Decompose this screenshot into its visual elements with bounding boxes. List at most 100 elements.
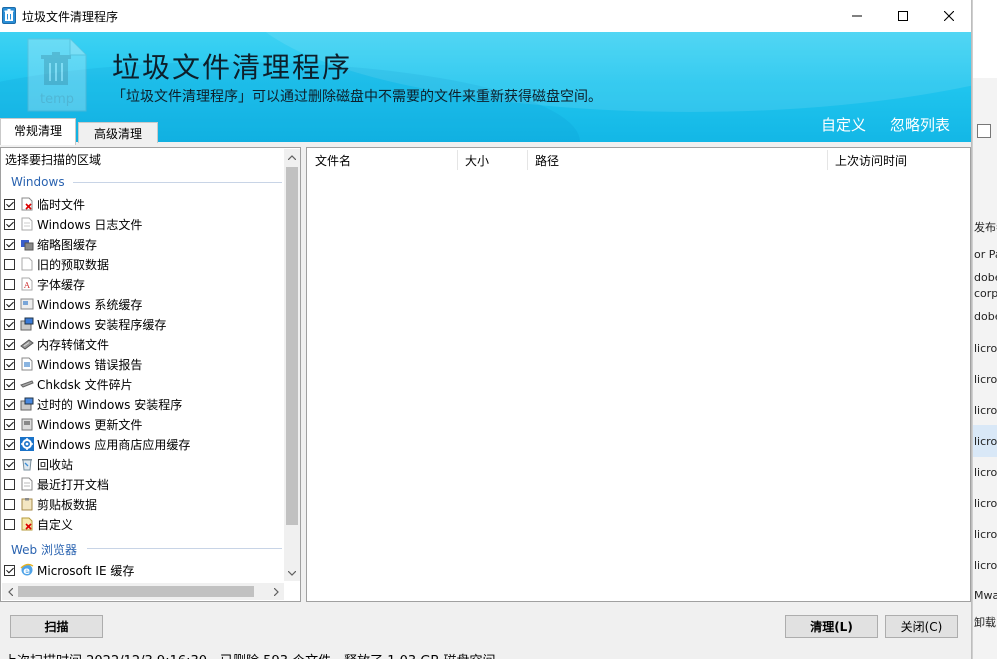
ignore-list-link[interactable]: 忽略列表 bbox=[890, 114, 950, 135]
column-header-size[interactable]: 大小 bbox=[465, 148, 489, 171]
svg-text:e: e bbox=[23, 566, 30, 577]
chkdsk-icon bbox=[20, 380, 34, 388]
installer-icon bbox=[20, 317, 34, 331]
update-icon bbox=[21, 418, 33, 431]
recent-doc-icon bbox=[21, 477, 33, 491]
checkbox[interactable] bbox=[4, 338, 15, 350]
scan-item-label: Windows 日志文件 bbox=[37, 217, 143, 232]
tab-advanced-clean[interactable]: 高级清理 bbox=[78, 122, 158, 143]
column-separator[interactable] bbox=[827, 150, 828, 170]
column-separator[interactable] bbox=[457, 150, 458, 170]
recycle-bin-icon bbox=[22, 459, 32, 471]
log-file-icon bbox=[21, 217, 33, 231]
checkbox[interactable] bbox=[4, 218, 15, 230]
scan-item-temp-files[interactable]: 临时文件 bbox=[4, 195, 284, 213]
scan-item-old-installers[interactable]: 过时的 Windows 安装程序 bbox=[4, 395, 284, 413]
scan-item-prefetch[interactable]: 旧的预取数据 bbox=[4, 255, 284, 273]
scan-item-label: 字体缓存 bbox=[37, 277, 86, 292]
checkbox[interactable] bbox=[4, 238, 15, 250]
custom-file-icon bbox=[21, 517, 33, 531]
scroll-down-arrow[interactable] bbox=[284, 565, 300, 581]
scan-item-label: 缩略图缓存 bbox=[37, 237, 98, 252]
checkbox[interactable] bbox=[4, 258, 15, 270]
horizontal-scrollbar[interactable] bbox=[2, 583, 284, 600]
background-text: licros bbox=[974, 404, 997, 417]
column-header-filename[interactable]: 文件名 bbox=[315, 148, 351, 171]
scan-item-store-cache[interactable]: Windows 应用商店应用缓存 bbox=[4, 435, 284, 453]
scan-item-label: 临时文件 bbox=[37, 197, 86, 212]
scan-item-recent-docs[interactable]: 最近打开文档 bbox=[4, 475, 284, 493]
svg-text:A: A bbox=[23, 281, 30, 290]
scroll-thumb[interactable] bbox=[18, 586, 254, 597]
scan-item-error-reports[interactable]: Windows 错误报告 bbox=[4, 355, 284, 373]
chevron-down-icon bbox=[288, 570, 296, 576]
scan-item-custom[interactable]: 自定义 bbox=[4, 515, 284, 533]
checkbox[interactable] bbox=[4, 478, 15, 490]
status-text: 上次扫描时间 2022/12/3 9:16:30，已删除 593 个文件，释放了… bbox=[4, 650, 508, 659]
vertical-scrollbar[interactable] bbox=[284, 149, 300, 581]
scroll-left-arrow[interactable] bbox=[2, 583, 18, 600]
background-text: licros bbox=[974, 466, 997, 479]
scan-item-memory-dump[interactable]: 内存转储文件 bbox=[4, 335, 284, 353]
scan-item-system-cache[interactable]: Windows 系统缓存 bbox=[4, 295, 284, 313]
scan-item-label: 过时的 Windows 安装程序 bbox=[37, 397, 183, 412]
scan-item-label: Windows 系统缓存 bbox=[37, 297, 143, 312]
scan-item-update-files[interactable]: Windows 更新文件 bbox=[4, 415, 284, 433]
checkbox[interactable] bbox=[4, 458, 15, 470]
maximize-button[interactable] bbox=[880, 0, 926, 32]
column-header-path[interactable]: 路径 bbox=[535, 148, 559, 171]
section-divider bbox=[87, 548, 282, 549]
checkbox[interactable] bbox=[4, 378, 15, 390]
checkbox[interactable] bbox=[4, 198, 15, 210]
chevron-right-icon bbox=[273, 587, 279, 596]
scan-button[interactable]: 扫描 bbox=[10, 615, 103, 638]
title-bar: 垃圾文件清理程序 bbox=[0, 0, 971, 32]
background-text: or Pa bbox=[974, 248, 997, 261]
checkbox[interactable] bbox=[4, 358, 15, 370]
scan-item-chkdsk[interactable]: Chkdsk 文件碎片 bbox=[4, 375, 284, 393]
scroll-up-arrow[interactable] bbox=[284, 149, 300, 165]
thumbnail-icon bbox=[21, 240, 34, 251]
scan-item-label: 最近打开文档 bbox=[37, 477, 110, 492]
scan-item-thumbnail-cache[interactable]: 缩略图缓存 bbox=[4, 235, 284, 253]
scan-item-font-cache[interactable]: A 字体缓存 bbox=[4, 275, 284, 293]
background-text: licros bbox=[974, 342, 997, 355]
checkbox[interactable] bbox=[4, 278, 15, 290]
minimize-button[interactable] bbox=[834, 0, 880, 32]
prefetch-file-icon bbox=[21, 257, 33, 271]
background-text: licros bbox=[974, 497, 997, 510]
banner-subtitle: 「垃圾文件清理程序」可以通过删除磁盘中不需要的文件来重新获得磁盘空间。 bbox=[112, 89, 602, 105]
scan-area-header: 选择要扫描的区域 bbox=[5, 153, 102, 167]
scan-item-windows-logs[interactable]: Windows 日志文件 bbox=[4, 215, 284, 233]
results-list[interactable]: 文件名 大小 路径 上次访问时间 bbox=[306, 147, 971, 602]
column-header-last-access[interactable]: 上次访问时间 bbox=[835, 148, 907, 171]
checkbox[interactable] bbox=[4, 318, 15, 330]
scan-item-clipboard[interactable]: 剪贴板数据 bbox=[4, 495, 284, 513]
scan-item-ie-cache[interactable]: e Microsoft IE 缓存 bbox=[4, 561, 284, 579]
scan-item-label: 回收站 bbox=[37, 457, 74, 472]
clipboard-icon bbox=[21, 498, 33, 511]
checkbox[interactable] bbox=[4, 498, 15, 510]
close-window-button[interactable] bbox=[926, 0, 971, 32]
scan-item-label: Windows 更新文件 bbox=[37, 417, 143, 432]
temp-icon-label: temp bbox=[40, 92, 74, 107]
checkbox[interactable] bbox=[4, 564, 15, 576]
clean-button[interactable]: 清理(L) bbox=[785, 615, 878, 638]
background-text: 卸载 bbox=[974, 616, 996, 629]
customize-link[interactable]: 自定义 bbox=[821, 114, 866, 135]
old-installer-icon bbox=[20, 397, 34, 411]
background-text: licros bbox=[974, 373, 997, 386]
checkbox[interactable] bbox=[4, 438, 15, 450]
scan-item-recycle-bin[interactable]: 回收站 bbox=[4, 455, 284, 473]
scroll-thumb[interactable] bbox=[286, 167, 298, 525]
chevron-left-icon bbox=[7, 587, 13, 596]
close-button[interactable]: 关闭(C) bbox=[885, 615, 958, 638]
checkbox[interactable] bbox=[4, 398, 15, 410]
tab-regular-clean[interactable]: 常规清理 bbox=[0, 118, 76, 145]
checkbox[interactable] bbox=[4, 518, 15, 530]
column-separator[interactable] bbox=[527, 150, 528, 170]
scroll-right-arrow[interactable] bbox=[268, 583, 284, 600]
scan-item-installer-cache[interactable]: Windows 安装程序缓存 bbox=[4, 315, 284, 333]
checkbox[interactable] bbox=[4, 418, 15, 430]
checkbox[interactable] bbox=[4, 298, 15, 310]
